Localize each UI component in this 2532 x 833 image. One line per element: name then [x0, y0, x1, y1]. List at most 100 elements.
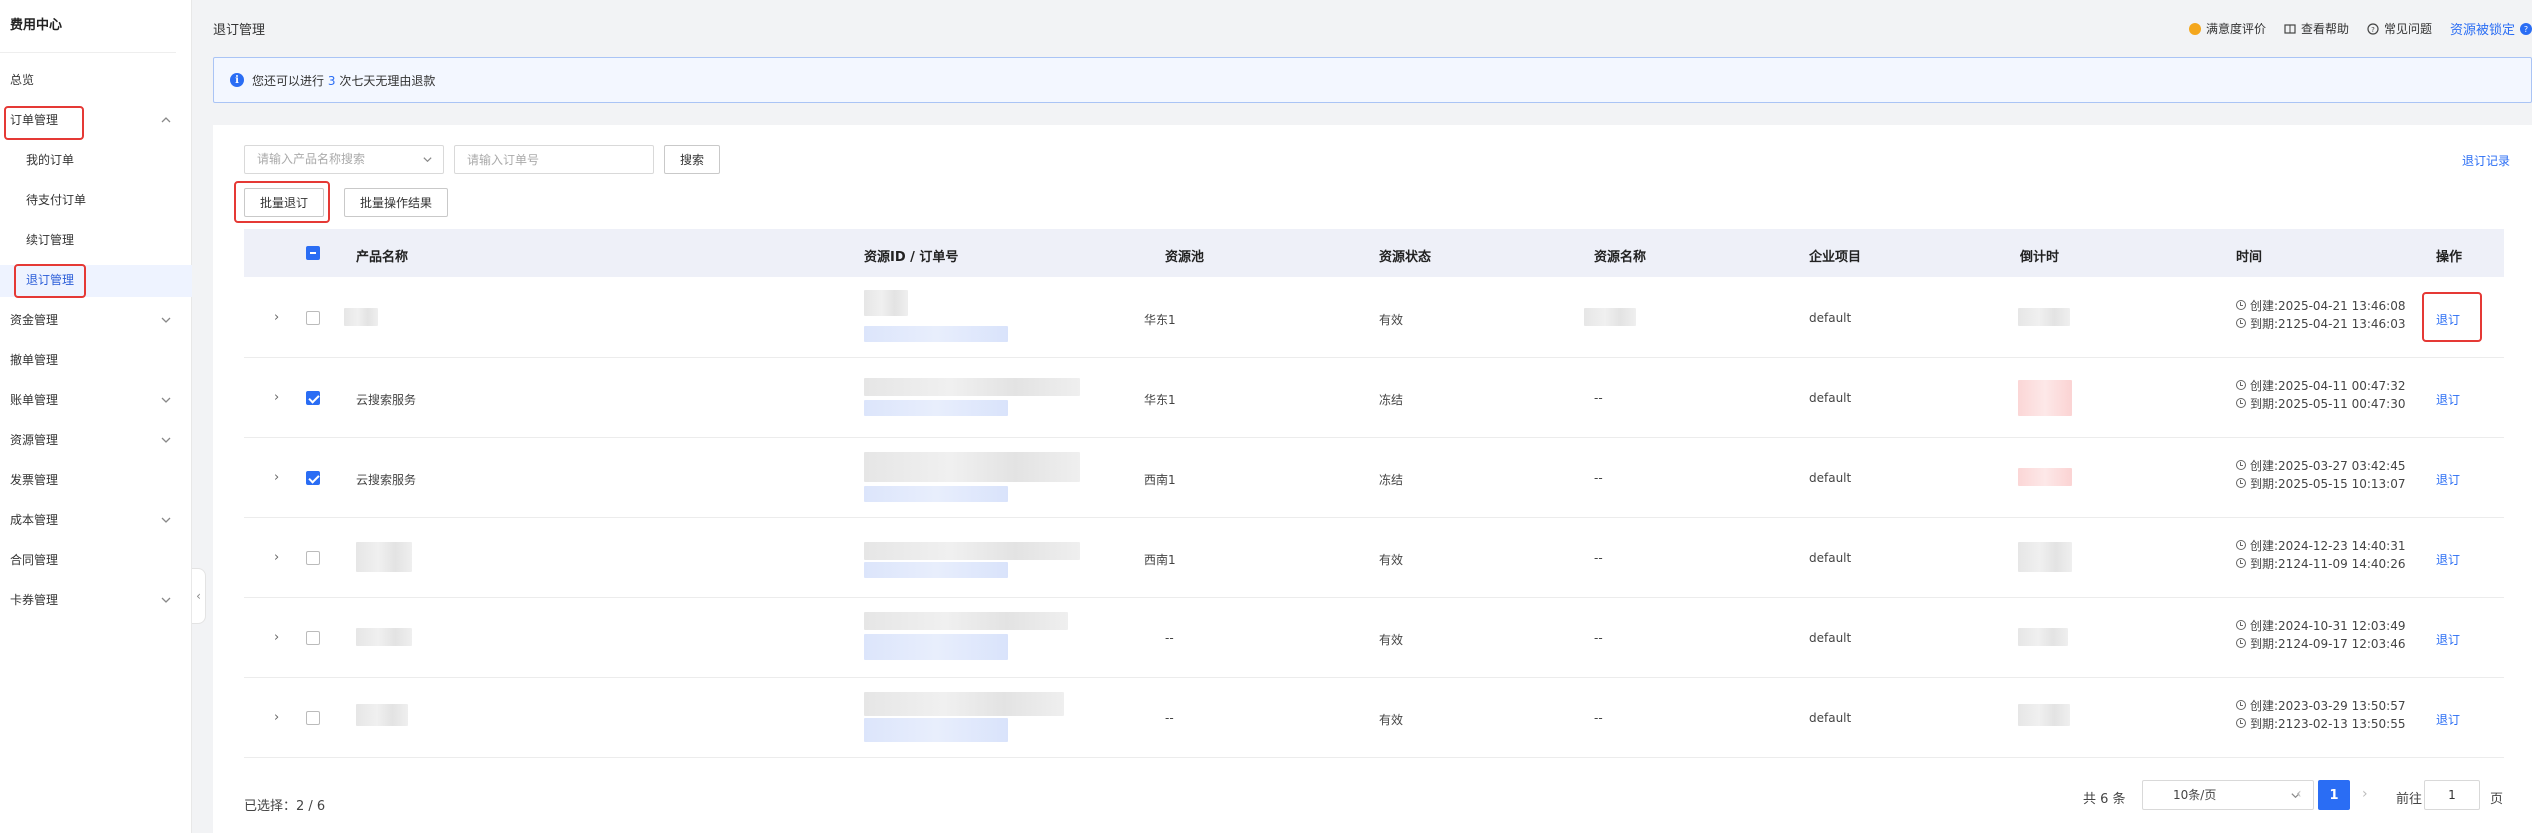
goto-page-input[interactable] [2424, 780, 2480, 810]
redacted-resource-id [864, 290, 908, 316]
table-row: › -- 有效 -- default 创建:2024-10-31 12:03:4… [244, 598, 2504, 678]
batch-result-button[interactable]: 批量操作结果 [344, 188, 448, 217]
row-checkbox[interactable] [306, 711, 320, 725]
redacted-order-id [864, 562, 1008, 578]
notice-suffix: 次七天无理由退款 [339, 73, 436, 88]
expire-time: 到期:2025-05-11 00:47:30 [2250, 396, 2406, 411]
redacted-order-id [864, 718, 1008, 742]
resource-locked-link[interactable]: 资源被锁定 ? [2450, 19, 2532, 38]
row-checkbox[interactable] [306, 471, 320, 485]
header-links: 满意度评价 查看帮助 ? 常见问题 资源被锁定 ? [2188, 19, 2532, 38]
time-cell: 创建:2024-12-23 14:40:31 到期:2124-11-09 14:… [2236, 536, 2406, 572]
expand-icon[interactable]: › [274, 391, 284, 404]
expire-time: 到期:2123-02-13 13:50:55 [2250, 716, 2406, 731]
expand-icon[interactable]: › [274, 711, 284, 724]
enterprise-project: default [1809, 311, 1852, 325]
redacted-resource-name [1584, 308, 1636, 326]
row-checkbox[interactable] [306, 391, 320, 405]
unsubscribe-link[interactable]: 退订 [2436, 391, 2460, 408]
unsubscribe-link[interactable]: 退订 [2436, 471, 2460, 488]
chevron-down-icon[interactable] [160, 514, 172, 526]
question-icon: ? [2367, 22, 2379, 35]
row-checkbox[interactable] [306, 311, 320, 325]
faq-link[interactable]: ? 常见问题 [2367, 20, 2432, 37]
sidebar-item-invoices[interactable]: 发票管理 [10, 470, 58, 490]
chevron-up-icon[interactable] [160, 114, 172, 126]
product-search-select[interactable]: 请输入产品名称搜索 [244, 145, 444, 174]
notice-text: 您还可以进行 3 次七天无理由退款 [252, 72, 435, 89]
help-link[interactable]: 查看帮助 [2284, 20, 2349, 37]
clock-icon [2236, 460, 2246, 470]
info-icon: i [230, 73, 244, 87]
redacted-resource-id [864, 378, 1080, 396]
select-all-checkbox[interactable] [306, 246, 320, 260]
table-row: › 云搜索服务 华东1 冻结 -- default 创建:2025-04-11 … [244, 358, 2504, 438]
smile-icon [2188, 22, 2201, 35]
sidebar-item-resources[interactable]: 资源管理 [10, 430, 58, 450]
chevron-down-icon [423, 157, 432, 163]
sidebar-item-unsubscribe[interactable]: 退订管理 [26, 270, 74, 290]
chevron-down-icon[interactable] [160, 394, 172, 406]
resource-pool: 西南1 [1144, 473, 1176, 487]
page-title: 退订管理 [213, 23, 266, 38]
sidebar-item-coupons[interactable]: 卡券管理 [10, 590, 58, 610]
product-name: 云搜索服务 [356, 473, 417, 487]
help-label: 查看帮助 [2300, 22, 2349, 36]
column-header: 时间 [2236, 250, 2263, 265]
redacted-countdown [2018, 468, 2072, 486]
redacted-countdown [2018, 380, 2072, 416]
created-time: 创建:2025-04-21 13:46:08 [2250, 298, 2406, 313]
sidebar-item-funds[interactable]: 资金管理 [10, 310, 58, 330]
time-cell: 创建:2024-10-31 12:03:49 到期:2124-09-17 12:… [2236, 616, 2406, 652]
table-row: › 华东1 有效 default 创建:2025-04-21 13:46:08 … [244, 278, 2504, 358]
chevron-down-icon[interactable] [160, 594, 172, 606]
chevron-down-icon[interactable] [160, 434, 172, 446]
sidebar-item-billing[interactable]: 账单管理 [10, 390, 58, 410]
sidebar-item-my-orders[interactable]: 我的订单 [26, 150, 74, 170]
unsubscribe-record-link[interactable]: 退订记录 [2462, 152, 2510, 169]
row-checkbox[interactable] [306, 631, 320, 645]
unsubscribe-link[interactable]: 退订 [2436, 551, 2460, 568]
prev-page-button[interactable]: ‹ [2296, 786, 2302, 802]
resource-pool: 华东1 [1144, 393, 1176, 407]
expire-time: 到期:2124-09-17 12:03:46 [2250, 636, 2406, 651]
sidebar-item-cost[interactable]: 成本管理 [10, 510, 58, 530]
sidebar-item-contracts[interactable]: 合同管理 [10, 550, 58, 570]
expand-icon[interactable]: › [274, 551, 284, 564]
expand-icon[interactable]: › [274, 311, 284, 324]
sidebar-item-overview[interactable]: 总览 [10, 70, 34, 90]
sidebar-collapse-button[interactable]: ‹ [192, 568, 206, 624]
redacted-product [356, 704, 408, 726]
created-time: 创建:2024-12-23 14:40:31 [2250, 538, 2406, 553]
unsubscribe-link[interactable]: 退订 [2436, 711, 2460, 728]
resource-name: -- [1594, 471, 1603, 485]
sidebar-item-cancel-orders[interactable]: 撤单管理 [10, 350, 58, 370]
unsubscribe-link[interactable]: 退订 [2436, 631, 2460, 648]
resource-status: 有效 [1379, 313, 1404, 327]
created-time: 创建:2025-04-11 00:47:32 [2250, 378, 2406, 393]
sidebar-item-renewal[interactable]: 续订管理 [26, 230, 74, 250]
column-header: 资源名称 [1594, 250, 1647, 265]
order-number-input[interactable] [454, 145, 654, 174]
expand-icon[interactable]: › [274, 471, 284, 484]
expand-icon[interactable]: › [274, 631, 284, 644]
resource-pool: -- [1165, 711, 1174, 725]
column-header: 资源ID / 订单号 [864, 250, 959, 265]
sidebar-item-pending-payment[interactable]: 待支付订单 [26, 190, 86, 210]
next-page-button[interactable]: › [2362, 786, 2368, 802]
question-icon: ? [2520, 22, 2532, 35]
page-number-current[interactable]: 1 [2318, 780, 2350, 810]
satisfaction-link[interactable]: 满意度评价 [2188, 20, 2266, 37]
chevron-down-icon[interactable] [160, 314, 172, 326]
batch-unsubscribe-button[interactable]: 批量退订 [244, 188, 324, 217]
unsubscribe-link[interactable]: 退订 [2436, 311, 2460, 328]
search-button[interactable]: 搜索 [664, 145, 720, 174]
sidebar-item-order-management[interactable]: 订单管理 [10, 110, 58, 130]
expire-time: 到期:2025-05-15 10:13:07 [2250, 476, 2406, 491]
column-header: 产品名称 [356, 250, 409, 265]
page-size-select[interactable]: 10条/页 [2142, 780, 2314, 810]
page-size-value: 10条/页 [2173, 788, 2217, 802]
row-checkbox[interactable] [306, 551, 320, 565]
created-time: 创建:2023-03-29 13:50:57 [2250, 698, 2406, 713]
created-time: 创建:2025-03-27 03:42:45 [2250, 458, 2406, 473]
